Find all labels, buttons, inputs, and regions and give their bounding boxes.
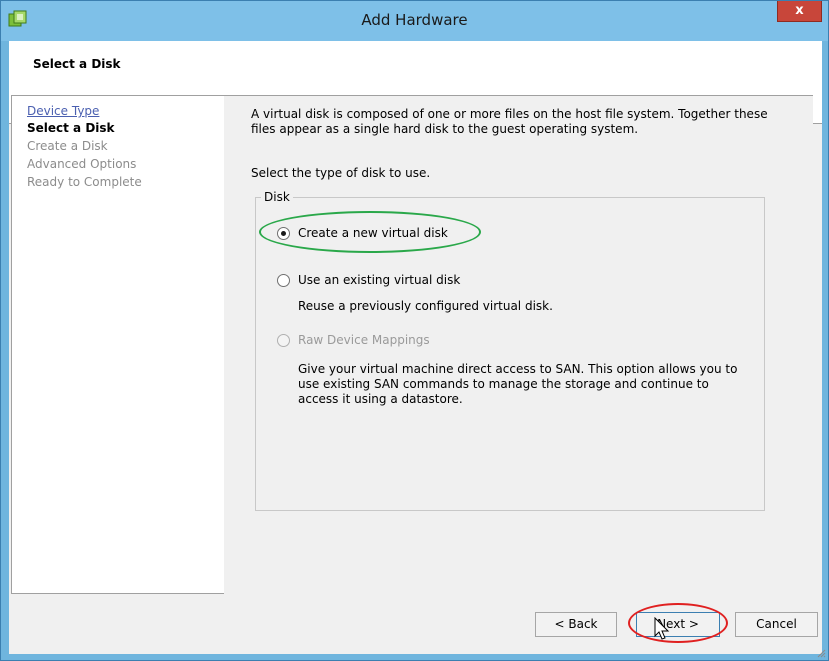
title-bar[interactable]: Add Hardware x [1,1,828,41]
disk-group-label: Disk [261,190,293,204]
green-highlight-annotation [259,211,481,253]
option-description: Give your virtual machine direct access … [298,362,758,407]
option-description: Reuse a previously configured virtual di… [298,299,553,313]
radio-raw-device-mappings [277,334,290,347]
option-label: Raw Device Mappings [298,333,430,347]
intro-text: A virtual disk is composed of one or mor… [251,107,791,137]
window-title: Add Hardware [361,11,468,29]
red-highlight-annotation [628,603,728,643]
description-line: Give your virtual machine direct access … [298,362,738,376]
step-device-type[interactable]: Device Type [27,104,99,118]
close-button[interactable]: x [777,1,822,22]
resize-grip-icon[interactable] [816,648,826,658]
intro-line-2: files appear as a single hard disk to th… [251,122,639,136]
description-line: access it using a datastore. [298,392,463,406]
select-type-prompt: Select the type of disk to use. [251,166,431,180]
radio-use-existing-disk[interactable] [277,274,290,287]
mouse-pointer-icon [654,617,670,640]
step-select-a-disk: Select a Disk [27,121,115,135]
option-label[interactable]: Use an existing virtual disk [298,273,460,287]
description-line: use existing SAN commands to manage the … [298,377,709,391]
cancel-button[interactable]: Cancel [735,612,818,637]
back-button[interactable]: < Back [535,612,617,637]
step-advanced-options: Advanced Options [27,157,137,171]
intro-line-1: A virtual disk is composed of one or mor… [251,107,768,121]
step-create-a-disk: Create a Disk [27,139,108,153]
page-title: Select a Disk [33,57,121,71]
step-ready-to-complete: Ready to Complete [27,175,142,189]
